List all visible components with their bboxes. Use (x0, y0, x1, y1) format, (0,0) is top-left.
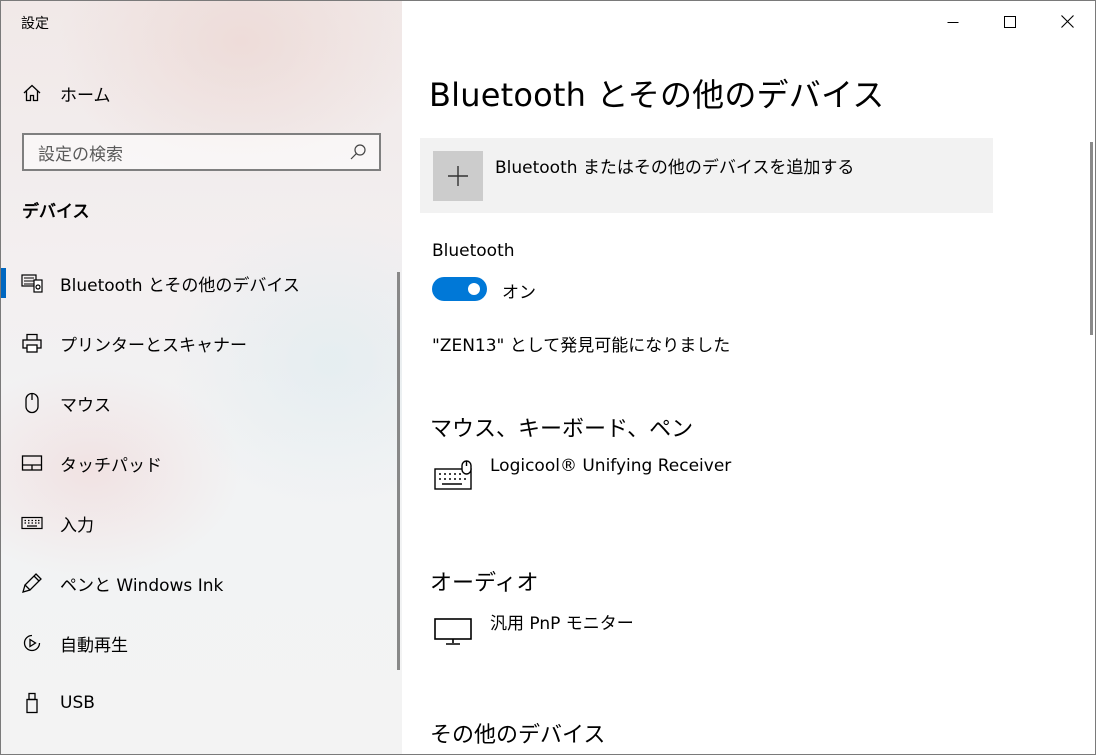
search-box[interactable]: 設定の検索 (22, 133, 381, 171)
usb-icon (20, 691, 44, 715)
group-title-input-devices: マウス、キーボード、ペン (430, 417, 694, 442)
device-name: 汎用 PnP モニター (490, 614, 634, 634)
sidebar-item-label: プリンターとスキャナー (60, 335, 247, 356)
main-scrollbar[interactable] (1090, 142, 1093, 335)
sidebar-item-label: Bluetooth とその他のデバイス (60, 275, 300, 296)
printer-icon (20, 331, 44, 355)
sidebar-item-label: 自動再生 (60, 635, 128, 656)
mouse-icon (20, 391, 44, 415)
sidebar-item-label: タッチパッド (60, 455, 162, 476)
nav-home[interactable]: ホーム (1, 73, 391, 113)
discoverable-text: "ZEN13" として発見可能になりました (432, 336, 731, 356)
group-title-audio: オーディオ (430, 571, 539, 596)
monitor-icon (432, 609, 480, 649)
pen-icon (20, 571, 44, 595)
sidebar-item-mouse[interactable]: マウス (1, 373, 393, 433)
sidebar: 設定 ホーム 設定の検索 デバイス Bluetooth とその他のデバイス プリ… (1, 1, 402, 754)
bluetooth-devices-icon (20, 271, 44, 295)
search-icon[interactable] (343, 137, 373, 167)
settings-window: 設定 ホーム 設定の検索 デバイス Bluetooth とその他のデバイス プリ… (0, 0, 1096, 755)
keyboard-icon (20, 511, 44, 535)
section-title: デバイス (22, 202, 90, 222)
minimize-icon (947, 13, 959, 32)
touchpad-icon (20, 451, 44, 475)
page-title: Bluetooth とその他のデバイス (429, 76, 885, 114)
toggle-knob (468, 283, 480, 295)
sidebar-item-printers[interactable]: プリンターとスキャナー (1, 313, 393, 373)
maximize-icon (1004, 13, 1016, 32)
add-device-label: Bluetooth またはその他のデバイスを追加する (495, 158, 855, 178)
home-icon (20, 81, 44, 105)
plus-icon (433, 151, 483, 201)
bluetooth-state: オン (502, 283, 536, 303)
keyboard-mouse-icon (432, 456, 480, 496)
nav-list: Bluetooth とその他のデバイス プリンターとスキャナー マウス タッチパ… (1, 253, 393, 733)
sidebar-item-label: マウス (60, 395, 111, 416)
nav-home-label: ホーム (60, 85, 111, 106)
device-item-monitor[interactable]: 汎用 PnP モニター (432, 609, 634, 649)
sidebar-item-input[interactable]: 入力 (1, 493, 393, 553)
sidebar-item-usb[interactable]: USB (1, 673, 393, 733)
device-name: Logicool® Unifying Receiver (490, 456, 732, 476)
window-title: 設定 (21, 16, 49, 32)
minimize-button[interactable] (925, 1, 981, 43)
maximize-button[interactable] (982, 1, 1038, 43)
autoplay-icon (20, 631, 44, 655)
sidebar-scrollbar[interactable] (397, 272, 400, 670)
close-icon (1060, 13, 1074, 32)
device-item-logicool[interactable]: Logicool® Unifying Receiver (432, 456, 731, 496)
close-button[interactable] (1039, 1, 1095, 43)
bluetooth-label: Bluetooth (432, 241, 515, 261)
sidebar-item-label: ペンと Windows Ink (60, 575, 224, 596)
sidebar-item-pen[interactable]: ペンと Windows Ink (1, 553, 393, 613)
sidebar-item-touchpad[interactable]: タッチパッド (1, 433, 393, 493)
main-content: Bluetooth とその他のデバイス Bluetooth またはその他のデバイ… (402, 1, 1095, 754)
sidebar-item-autoplay[interactable]: 自動再生 (1, 613, 393, 673)
sidebar-item-label: 入力 (60, 515, 94, 536)
group-title-other-devices: その他のデバイス (430, 723, 606, 748)
search-input[interactable]: 設定の検索 (24, 140, 343, 165)
bluetooth-toggle[interactable] (432, 277, 487, 301)
sidebar-item-bluetooth[interactable]: Bluetooth とその他のデバイス (1, 253, 393, 313)
add-device-button[interactable]: Bluetooth またはその他のデバイスを追加する (420, 138, 993, 213)
sidebar-item-label: USB (60, 693, 95, 713)
